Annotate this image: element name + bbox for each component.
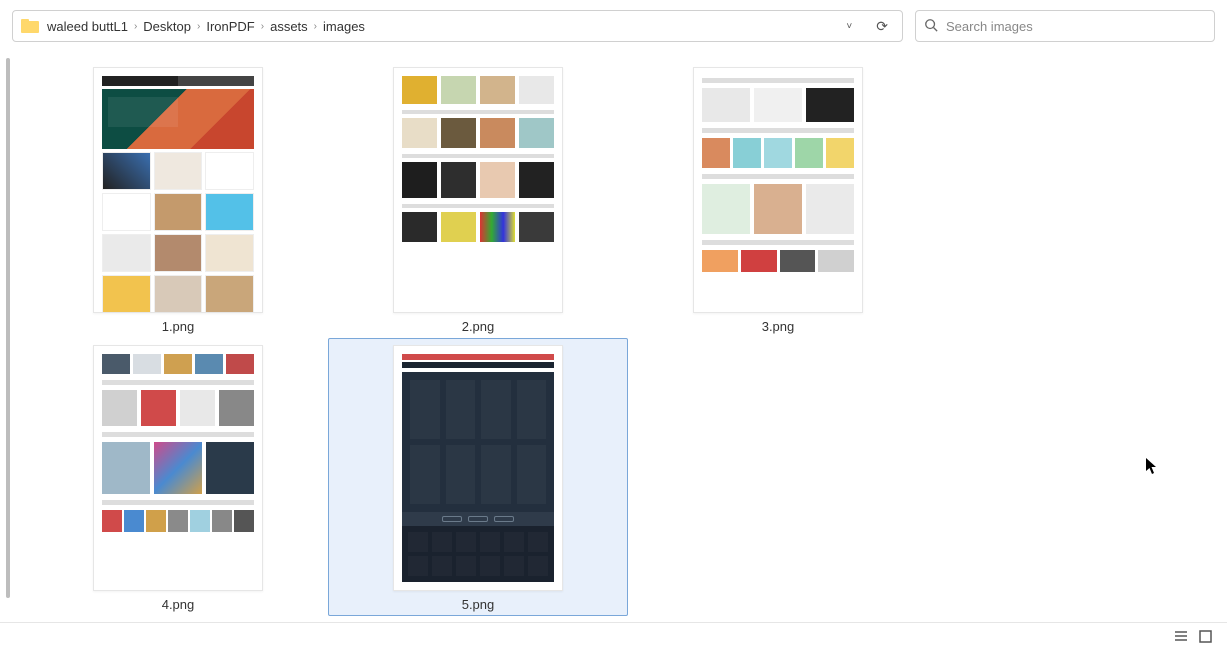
file-name: 2.png [462,319,495,334]
file-item[interactable]: 2.png [328,60,628,338]
breadcrumb-segment[interactable]: assets [270,19,308,34]
content-area: 1.png 2.png [0,48,1227,620]
search-input[interactable] [946,19,1206,34]
address-bar[interactable]: waleed buttL1 › Desktop › IronPDF › asse… [12,10,903,42]
file-item[interactable]: 5.png [328,338,628,616]
file-name: 4.png [162,597,195,612]
chevron-right-icon: › [261,21,264,32]
breadcrumb: waleed buttL1 › Desktop › IronPDF › asse… [47,19,365,34]
file-name: 1.png [162,319,195,334]
breadcrumb-segment[interactable]: waleed buttL1 [47,19,128,34]
chevron-right-icon: › [314,21,317,32]
file-name: 3.png [762,319,795,334]
file-name: 5.png [462,597,495,612]
thumbnails-view-icon[interactable] [1197,629,1213,643]
scrollbar[interactable] [6,58,10,598]
file-item[interactable]: 1.png [28,60,328,338]
chevron-right-icon: › [197,21,200,32]
search-icon [924,18,938,35]
file-grid: 1.png 2.png [0,48,1227,628]
breadcrumb-segment[interactable]: images [323,19,365,34]
folder-icon [21,19,39,33]
file-item[interactable]: 4.png [28,338,328,616]
search-box[interactable] [915,10,1215,42]
cursor-icon [1145,457,1159,480]
thumbnail [93,67,263,313]
toolbar: waleed buttL1 › Desktop › IronPDF › asse… [0,0,1227,48]
file-item[interactable]: 3.png [628,60,928,338]
thumbnail [393,345,563,591]
thumbnail [393,67,563,313]
chevron-right-icon: › [134,21,137,32]
view-controls [1173,629,1213,643]
details-view-icon[interactable] [1173,629,1189,643]
breadcrumb-segment[interactable]: IronPDF [206,19,254,34]
breadcrumb-segment[interactable]: Desktop [143,19,191,34]
thumbnail [693,67,863,313]
thumbnail [93,345,263,591]
chevron-down-icon[interactable]: ˅ [840,17,858,36]
divider [0,622,1227,623]
refresh-icon[interactable]: ⟳ [870,14,894,39]
